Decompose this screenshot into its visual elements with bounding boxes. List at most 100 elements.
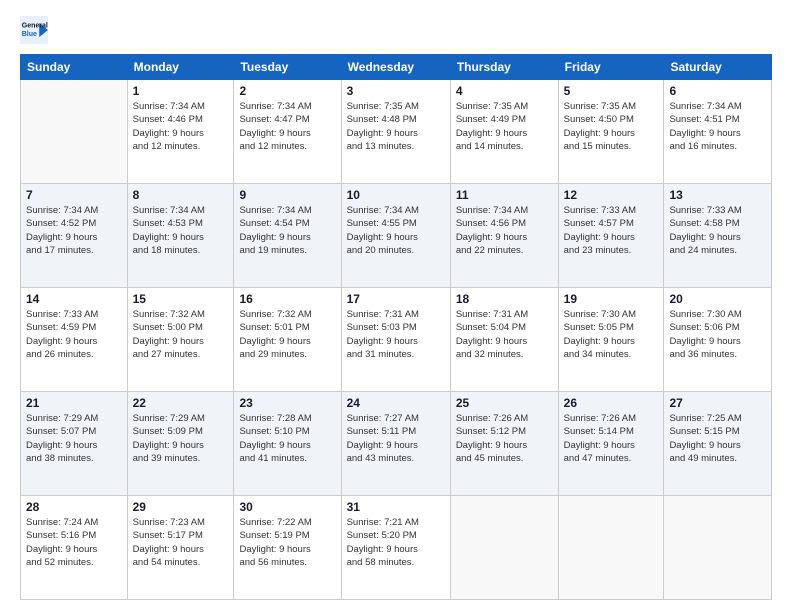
day-number: 27	[669, 396, 766, 410]
day-number: 14	[26, 292, 122, 306]
day-number: 29	[133, 500, 229, 514]
calendar-body: 1 Sunrise: 7:34 AM Sunset: 4:46 PM Daylig…	[21, 80, 772, 600]
calendar-cell: 5Sunrise: 7:35 AM Sunset: 4:50 PM Daylig…	[558, 80, 664, 184]
calendar-cell: 19 Sunrise: 7:30 AM Sunset: 5:05 PM Dayli…	[558, 288, 664, 392]
svg-text:General: General	[22, 22, 48, 29]
weekday-header-cell: Sunday	[21, 55, 128, 80]
calendar-cell: 1 Sunrise: 7:34 AM Sunset: 4:46 PM Daylig…	[127, 80, 234, 184]
calendar-cell: 16Sunrise: 7:32 AM Sunset: 5:01 PM Dayli…	[234, 288, 341, 392]
calendar-cell: 3 Sunrise: 7:35 AM Sunset: 4:48 PM Daylig…	[341, 80, 450, 184]
day-number: 22	[133, 396, 229, 410]
day-number: 17	[347, 292, 445, 306]
calendar-cell: 25 Sunrise: 7:26 AM Sunset: 5:12 PM Dayli…	[450, 392, 558, 496]
day-number: 6	[669, 84, 766, 98]
day-info: Sunrise: 7:22 AM Sunset: 5:19 PM Dayligh…	[239, 516, 335, 569]
day-info: Sunrise: 7:25 AM Sunset: 5:15 PM Dayligh…	[669, 412, 766, 465]
calendar-cell: 17Sunrise: 7:31 AM Sunset: 5:03 PM Dayli…	[341, 288, 450, 392]
calendar-cell: 6 Sunrise: 7:34 AM Sunset: 4:51 PM Daylig…	[664, 80, 772, 184]
day-info: Sunrise: 7:34 AM Sunset: 4:53 PM Dayligh…	[133, 204, 229, 257]
day-info: Sunrise: 7:26 AM Sunset: 5:12 PM Dayligh…	[456, 412, 553, 465]
day-number: 21	[26, 396, 122, 410]
calendar-cell: 8 Sunrise: 7:34 AM Sunset: 4:53 PM Daylig…	[127, 184, 234, 288]
day-info: Sunrise: 7:34 AM Sunset: 4:47 PM Dayligh…	[239, 100, 335, 153]
weekday-header-cell: Thursday	[450, 55, 558, 80]
day-info: Sunrise: 7:34 AM Sunset: 4:46 PM Dayligh…	[133, 100, 229, 153]
calendar-cell: 29 Sunrise: 7:23 AM Sunset: 5:17 PM Dayli…	[127, 496, 234, 600]
calendar-cell: 10Sunrise: 7:34 AM Sunset: 4:55 PM Dayli…	[341, 184, 450, 288]
calendar-cell: 21 Sunrise: 7:29 AM Sunset: 5:07 PM Dayli…	[21, 392, 128, 496]
day-number: 2	[239, 84, 335, 98]
calendar-cell: 20 Sunrise: 7:30 AM Sunset: 5:06 PM Dayli…	[664, 288, 772, 392]
calendar-cell: 12Sunrise: 7:33 AM Sunset: 4:57 PM Dayli…	[558, 184, 664, 288]
day-number: 31	[347, 500, 445, 514]
day-info: Sunrise: 7:21 AM Sunset: 5:20 PM Dayligh…	[347, 516, 445, 569]
calendar-cell: 27 Sunrise: 7:25 AM Sunset: 5:15 PM Dayli…	[664, 392, 772, 496]
calendar-cell: 4 Sunrise: 7:35 AM Sunset: 4:49 PM Daylig…	[450, 80, 558, 184]
logo: General Blue	[20, 16, 48, 44]
day-info: Sunrise: 7:34 AM Sunset: 4:51 PM Dayligh…	[669, 100, 766, 153]
day-info: Sunrise: 7:34 AM Sunset: 4:55 PM Dayligh…	[347, 204, 445, 257]
day-number: 7	[26, 188, 122, 202]
calendar-cell: 9Sunrise: 7:34 AM Sunset: 4:54 PM Daylig…	[234, 184, 341, 288]
calendar-week-row: 1 Sunrise: 7:34 AM Sunset: 4:46 PM Daylig…	[21, 80, 772, 184]
calendar-table: SundayMondayTuesdayWednesdayThursdayFrid…	[20, 54, 772, 600]
day-info: Sunrise: 7:34 AM Sunset: 4:56 PM Dayligh…	[456, 204, 553, 257]
weekday-header-cell: Friday	[558, 55, 664, 80]
header: General Blue	[20, 16, 772, 44]
day-number: 8	[133, 188, 229, 202]
day-info: Sunrise: 7:35 AM Sunset: 4:48 PM Dayligh…	[347, 100, 445, 153]
day-info: Sunrise: 7:32 AM Sunset: 5:00 PM Dayligh…	[133, 308, 229, 361]
calendar-cell	[450, 496, 558, 600]
calendar-cell: 15 Sunrise: 7:32 AM Sunset: 5:00 PM Dayli…	[127, 288, 234, 392]
day-number: 13	[669, 188, 766, 202]
calendar-cell: 7 Sunrise: 7:34 AM Sunset: 4:52 PM Daylig…	[21, 184, 128, 288]
day-number: 25	[456, 396, 553, 410]
calendar-cell: 23 Sunrise: 7:28 AM Sunset: 5:10 PM Dayli…	[234, 392, 341, 496]
day-info: Sunrise: 7:34 AM Sunset: 4:52 PM Dayligh…	[26, 204, 122, 257]
day-number: 19	[564, 292, 659, 306]
day-info: Sunrise: 7:26 AM Sunset: 5:14 PM Dayligh…	[564, 412, 659, 465]
calendar-week-row: 21 Sunrise: 7:29 AM Sunset: 5:07 PM Dayli…	[21, 392, 772, 496]
day-info: Sunrise: 7:30 AM Sunset: 5:05 PM Dayligh…	[564, 308, 659, 361]
day-info: Sunrise: 7:24 AM Sunset: 5:16 PM Dayligh…	[26, 516, 122, 569]
calendar-header-row: SundayMondayTuesdayWednesdayThursdayFrid…	[21, 55, 772, 80]
day-number: 20	[669, 292, 766, 306]
calendar-cell	[558, 496, 664, 600]
calendar-cell: 30 Sunrise: 7:22 AM Sunset: 5:19 PM Dayli…	[234, 496, 341, 600]
day-info: Sunrise: 7:28 AM Sunset: 5:10 PM Dayligh…	[239, 412, 335, 465]
day-info: Sunrise: 7:29 AM Sunset: 5:07 PM Dayligh…	[26, 412, 122, 465]
day-info: Sunrise: 7:33 AM Sunset: 4:58 PM Dayligh…	[669, 204, 766, 257]
day-number: 30	[239, 500, 335, 514]
day-info: Sunrise: 7:27 AM Sunset: 5:11 PM Dayligh…	[347, 412, 445, 465]
calendar-cell: 2 Sunrise: 7:34 AM Sunset: 4:47 PM Daylig…	[234, 80, 341, 184]
day-number: 3	[347, 84, 445, 98]
day-number: 12	[564, 188, 659, 202]
page: General Blue SundayMondayTuesdayWednesda…	[0, 0, 792, 612]
calendar-cell: 14 Sunrise: 7:33 AM Sunset: 4:59 PM Dayli…	[21, 288, 128, 392]
calendar-cell: 31 Sunrise: 7:21 AM Sunset: 5:20 PM Dayli…	[341, 496, 450, 600]
day-info: Sunrise: 7:29 AM Sunset: 5:09 PM Dayligh…	[133, 412, 229, 465]
day-number: 4	[456, 84, 553, 98]
day-number: 15	[133, 292, 229, 306]
calendar-cell: 28Sunrise: 7:24 AM Sunset: 5:16 PM Dayli…	[21, 496, 128, 600]
weekday-header-cell: Monday	[127, 55, 234, 80]
calendar-week-row: 7 Sunrise: 7:34 AM Sunset: 4:52 PM Daylig…	[21, 184, 772, 288]
day-number: 1	[133, 84, 229, 98]
calendar-cell: 26Sunrise: 7:26 AM Sunset: 5:14 PM Dayli…	[558, 392, 664, 496]
calendar-cell: 18Sunrise: 7:31 AM Sunset: 5:04 PM Dayli…	[450, 288, 558, 392]
calendar-week-row: 28Sunrise: 7:24 AM Sunset: 5:16 PM Dayli…	[21, 496, 772, 600]
day-info: Sunrise: 7:33 AM Sunset: 4:59 PM Dayligh…	[26, 308, 122, 361]
weekday-header-cell: Saturday	[664, 55, 772, 80]
day-info: Sunrise: 7:31 AM Sunset: 5:04 PM Dayligh…	[456, 308, 553, 361]
day-info: Sunrise: 7:30 AM Sunset: 5:06 PM Dayligh…	[669, 308, 766, 361]
calendar-cell	[21, 80, 128, 184]
day-info: Sunrise: 7:23 AM Sunset: 5:17 PM Dayligh…	[133, 516, 229, 569]
svg-text:Blue: Blue	[22, 31, 37, 38]
day-info: Sunrise: 7:35 AM Sunset: 4:49 PM Dayligh…	[456, 100, 553, 153]
day-number: 23	[239, 396, 335, 410]
logo-icon: General Blue	[20, 16, 48, 44]
day-info: Sunrise: 7:35 AM Sunset: 4:50 PM Dayligh…	[564, 100, 659, 153]
weekday-header-cell: Wednesday	[341, 55, 450, 80]
weekday-header-cell: Tuesday	[234, 55, 341, 80]
day-info: Sunrise: 7:34 AM Sunset: 4:54 PM Dayligh…	[239, 204, 335, 257]
